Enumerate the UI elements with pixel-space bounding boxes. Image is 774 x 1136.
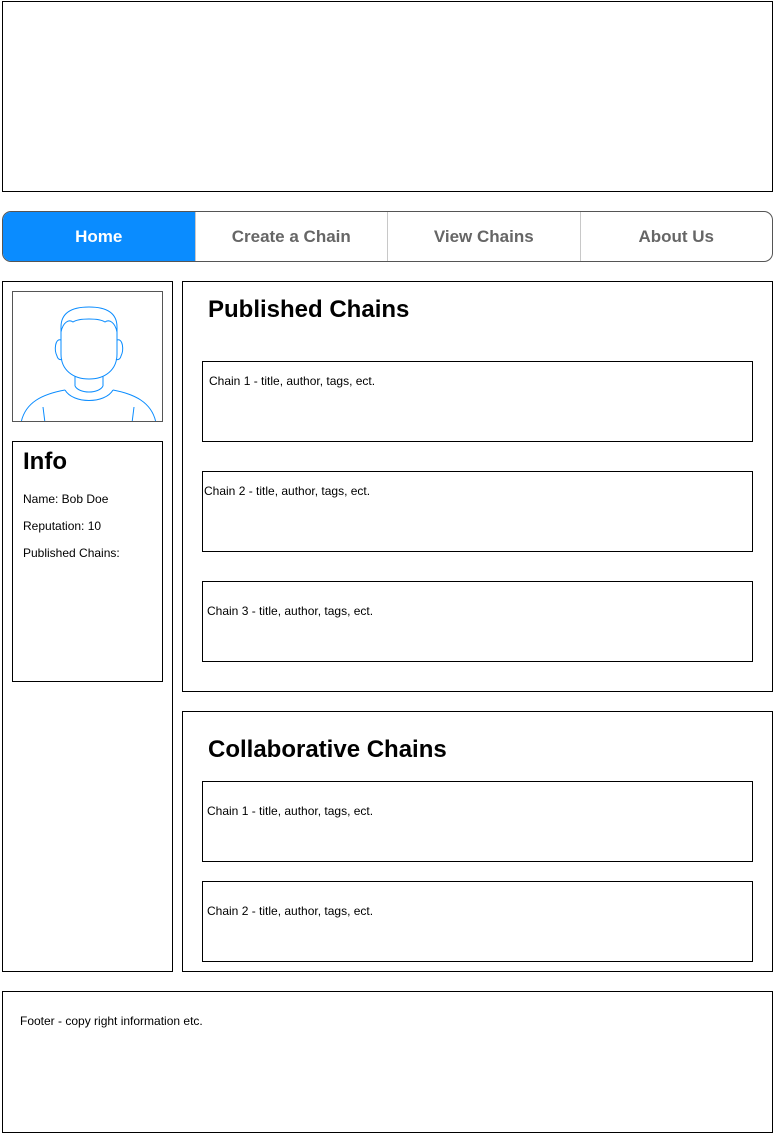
chain-card-text: Chain 2 - title, author, tags, ect. bbox=[204, 484, 371, 498]
nav-tab-create-chain[interactable]: Create a Chain bbox=[194, 212, 388, 261]
chain-card-text: Chain 1 - title, author, tags, ect. bbox=[209, 374, 376, 388]
collaborative-chains-panel: Collaborative Chains Chain 1 - title, au… bbox=[182, 711, 773, 972]
footer: Footer - copy right information etc. bbox=[2, 991, 773, 1133]
collaborative-chain-card[interactable]: Chain 1 - title, author, tags, ect. bbox=[202, 781, 753, 862]
chain-card-text: Chain 3 - title, author, tags, ect. bbox=[207, 604, 374, 618]
nav-tab-view-chains[interactable]: View Chains bbox=[387, 212, 580, 261]
published-chain-card[interactable]: Chain 2 - title, author, tags, ect. bbox=[202, 471, 753, 552]
published-chain-card[interactable]: Chain 1 - title, author, tags, ect. bbox=[202, 361, 753, 442]
published-chain-card[interactable]: Chain 3 - title, author, tags, ect. bbox=[202, 581, 753, 662]
chain-card-text: Chain 2 - title, author, tags, ect. bbox=[207, 904, 374, 918]
info-name: Name: Bob Doe bbox=[23, 492, 109, 506]
avatar bbox=[12, 291, 163, 422]
published-chains-panel: Published Chains Chain 1 - title, author… bbox=[182, 281, 773, 692]
info-title: Info bbox=[23, 448, 67, 475]
info-card: Info Name: Bob Doe Reputation: 10 Publis… bbox=[12, 441, 163, 682]
info-published-chains: Published Chains: bbox=[23, 546, 120, 560]
profile-sidebar: Info Name: Bob Doe Reputation: 10 Publis… bbox=[2, 281, 173, 972]
nav-tab-about-us[interactable]: About Us bbox=[579, 212, 773, 261]
nav-tab-home[interactable]: Home bbox=[3, 212, 195, 261]
collaborative-chains-title: Collaborative Chains bbox=[208, 736, 447, 763]
chain-card-text: Chain 1 - title, author, tags, ect. bbox=[207, 804, 374, 818]
user-avatar-icon bbox=[21, 306, 156, 421]
info-reputation: Reputation: 10 bbox=[23, 519, 102, 533]
main-nav: Home Create a Chain View Chains About Us bbox=[2, 211, 773, 262]
header-banner bbox=[2, 1, 773, 192]
published-chains-title: Published Chains bbox=[208, 296, 410, 323]
collaborative-chain-card[interactable]: Chain 2 - title, author, tags, ect. bbox=[202, 881, 753, 962]
footer-text: Footer - copy right information etc. bbox=[20, 1014, 203, 1028]
